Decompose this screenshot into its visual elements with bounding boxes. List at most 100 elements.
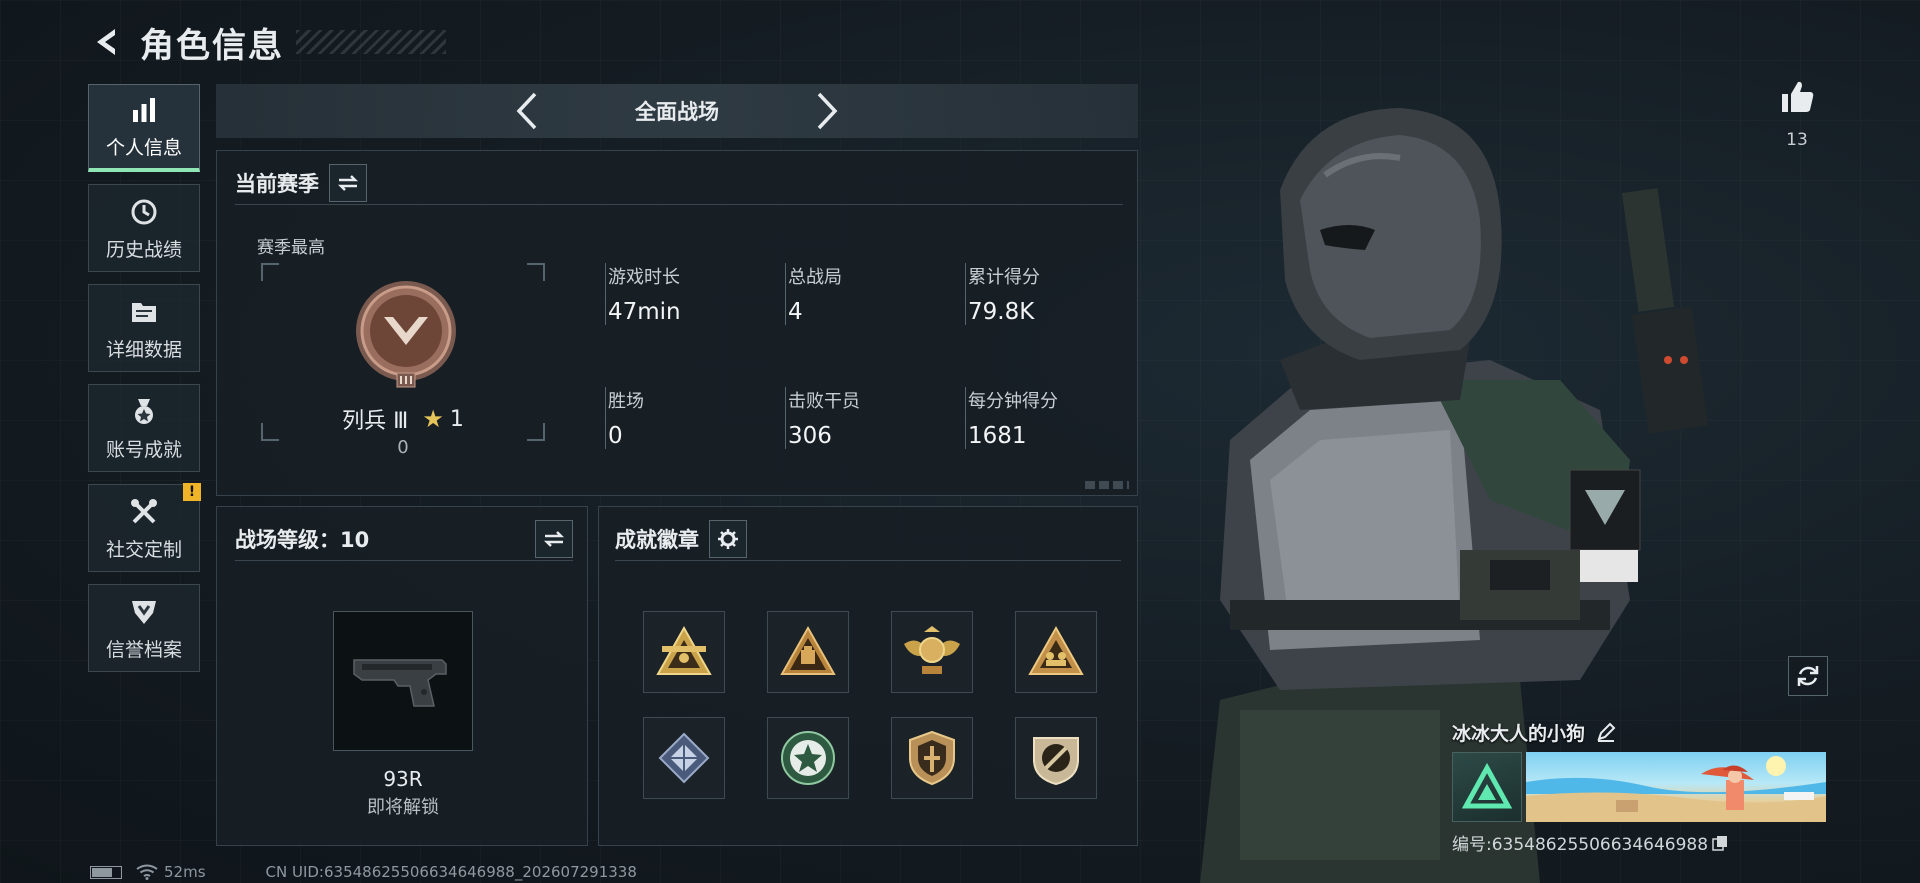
star-seal-badge-icon xyxy=(781,731,835,785)
player-card-row xyxy=(1452,752,1828,822)
stat-operators-defeated: 击败干员 306 xyxy=(785,387,955,449)
player-card: 冰冰大人的小狗 编号:63 xyxy=(1452,716,1828,855)
bar-chart-icon xyxy=(127,93,161,127)
notification-badge: ! xyxy=(183,483,201,501)
copy-icon[interactable] xyxy=(1712,835,1728,851)
stat-wins: 胜场 0 xyxy=(605,387,775,449)
season-switch-button[interactable] xyxy=(329,163,367,202)
weapon-name: 93R xyxy=(383,767,423,791)
achievements-header: 成就徽章 xyxy=(615,517,1121,561)
achievement-badge[interactable] xyxy=(1015,611,1097,693)
stat-value: 0 xyxy=(608,423,623,449)
achievement-badge[interactable] xyxy=(891,611,973,693)
player-name-row: 冰冰大人的小狗 xyxy=(1452,716,1828,748)
achievements-settings-button[interactable] xyxy=(709,519,747,558)
sidebar-item-credit-profile[interactable]: 信誉档案 xyxy=(88,584,200,672)
shield-emblem-badge-icon xyxy=(909,730,955,786)
mode-selector: 全面战场 xyxy=(216,84,1138,138)
round-shield-badge-icon xyxy=(1033,737,1079,786)
triangle-emblem-icon xyxy=(1462,762,1512,809)
battle-level-switch-button[interactable] xyxy=(535,519,573,558)
stat-value: 47min xyxy=(608,299,681,325)
stat-total-matches: 总战局 4 xyxy=(785,263,955,325)
sidebar: 个人信息 历史战绩 详细数据 账号成就 社交定制 ! 信誉档案 xyxy=(88,84,201,684)
achievement-badge[interactable] xyxy=(767,611,849,693)
sidebar-item-detailed-data[interactable]: 详细数据 xyxy=(88,284,200,372)
status-footer: 52ms CN UID:63548625506634646988_2026072… xyxy=(90,862,637,882)
stat-label: 累计得分 xyxy=(968,267,1040,288)
player-emblem[interactable] xyxy=(1452,752,1522,822)
page-header: 角色信息 xyxy=(88,18,446,66)
chevron-left-icon xyxy=(516,92,537,130)
weapon-reward-slot[interactable] xyxy=(333,611,473,751)
stat-value: 79.8K xyxy=(968,299,1035,325)
sidebar-item-label: 账号成就 xyxy=(105,438,182,461)
edit-pencil-icon[interactable] xyxy=(1595,721,1617,743)
achievements-title: 成就徽章 xyxy=(615,527,699,552)
history-clock-icon xyxy=(127,195,161,229)
cube-badge-icon xyxy=(658,732,710,784)
season-panel: 当前赛季 赛季最高 列兵 Ⅲ ★ 1 0 游戏时长 47min 总战局 4 累计… xyxy=(216,150,1138,496)
achievement-badge[interactable] xyxy=(767,717,849,799)
stat-label: 击败干员 xyxy=(788,391,860,412)
stat-value: 306 xyxy=(788,423,832,449)
like-button[interactable] xyxy=(1772,78,1822,124)
like-count: 13 xyxy=(1786,130,1808,150)
ping-value: 52ms xyxy=(164,863,206,881)
triangle-squad-badge-icon xyxy=(1028,625,1084,675)
wifi-icon xyxy=(136,864,158,880)
rank-line: 列兵 Ⅲ ★ 1 xyxy=(261,403,545,435)
sidebar-item-history[interactable]: 历史战绩 xyxy=(88,184,200,272)
refresh-icon xyxy=(1797,666,1819,686)
corner-decoration xyxy=(1085,481,1129,489)
sidebar-item-achievements[interactable]: 账号成就 xyxy=(88,384,200,472)
player-id: 编号:6354862550663464698​8 xyxy=(1452,835,1709,855)
medal-icon xyxy=(127,395,161,429)
season-panel-header: 当前赛季 xyxy=(235,161,1123,205)
stat-label: 游戏时长 xyxy=(608,267,680,288)
mode-prev-button[interactable] xyxy=(507,88,547,134)
shield-credit-icon xyxy=(127,595,161,629)
player-id-row: 编号:6354862550663464698​8 xyxy=(1452,830,1828,855)
sidebar-item-social-custom[interactable]: 社交定制 ! xyxy=(88,483,201,572)
back-button[interactable] xyxy=(88,22,128,62)
sidebar-item-label: 个人信息 xyxy=(105,137,182,159)
achievement-badge[interactable] xyxy=(643,611,725,693)
winged-crest-badge-icon xyxy=(904,626,960,674)
rank-points: 0 xyxy=(397,437,409,458)
achievement-badge[interactable] xyxy=(1015,717,1097,799)
swap-icon xyxy=(337,174,359,191)
sidebar-item-label: 详细数据 xyxy=(105,338,182,361)
rank-stars: 1 xyxy=(449,406,464,432)
stat-value: 4 xyxy=(788,299,803,325)
back-arrow-icon xyxy=(97,29,115,55)
gear-icon xyxy=(718,528,738,549)
chevron-right-icon xyxy=(817,92,838,130)
title-decoration xyxy=(296,30,446,54)
player-banner[interactable] xyxy=(1526,752,1826,822)
stat-play-time: 游戏时长 47min xyxy=(605,263,775,325)
season-best-label: 赛季最高 xyxy=(257,238,325,258)
rotate-model-button[interactable] xyxy=(1788,656,1828,696)
triangle-bag-badge-icon xyxy=(780,625,836,675)
sidebar-item-personal-info[interactable]: 个人信息 xyxy=(88,84,200,172)
stat-label: 每分钟得分 xyxy=(968,391,1058,412)
beach-banner-image xyxy=(1526,756,1826,822)
stat-total-score: 累计得分 79.8K xyxy=(965,263,1135,325)
stat-score-per-minute: 每分钟得分 1681 xyxy=(965,387,1135,449)
sidebar-item-label: 信誉档案 xyxy=(105,638,182,661)
sidebar-item-label: 社交定制 xyxy=(105,538,182,561)
rank-name: 列兵 Ⅲ xyxy=(342,409,409,434)
achievement-badge[interactable] xyxy=(643,717,725,799)
achievements-panel: 成就徽章 xyxy=(598,506,1138,846)
page-title: 角色信息 xyxy=(140,25,284,66)
battery-icon xyxy=(90,865,122,879)
pistol-icon xyxy=(353,659,447,707)
tools-icon xyxy=(127,495,161,529)
battle-level-header: 战场等级：10 xyxy=(235,517,573,561)
battle-level-title: 战场等级：10 xyxy=(235,527,370,552)
rank-private-medal-icon xyxy=(356,281,456,388)
triangle-team-badge-icon xyxy=(656,625,712,675)
achievement-badge[interactable] xyxy=(891,717,973,799)
mode-next-button[interactable] xyxy=(807,88,847,134)
